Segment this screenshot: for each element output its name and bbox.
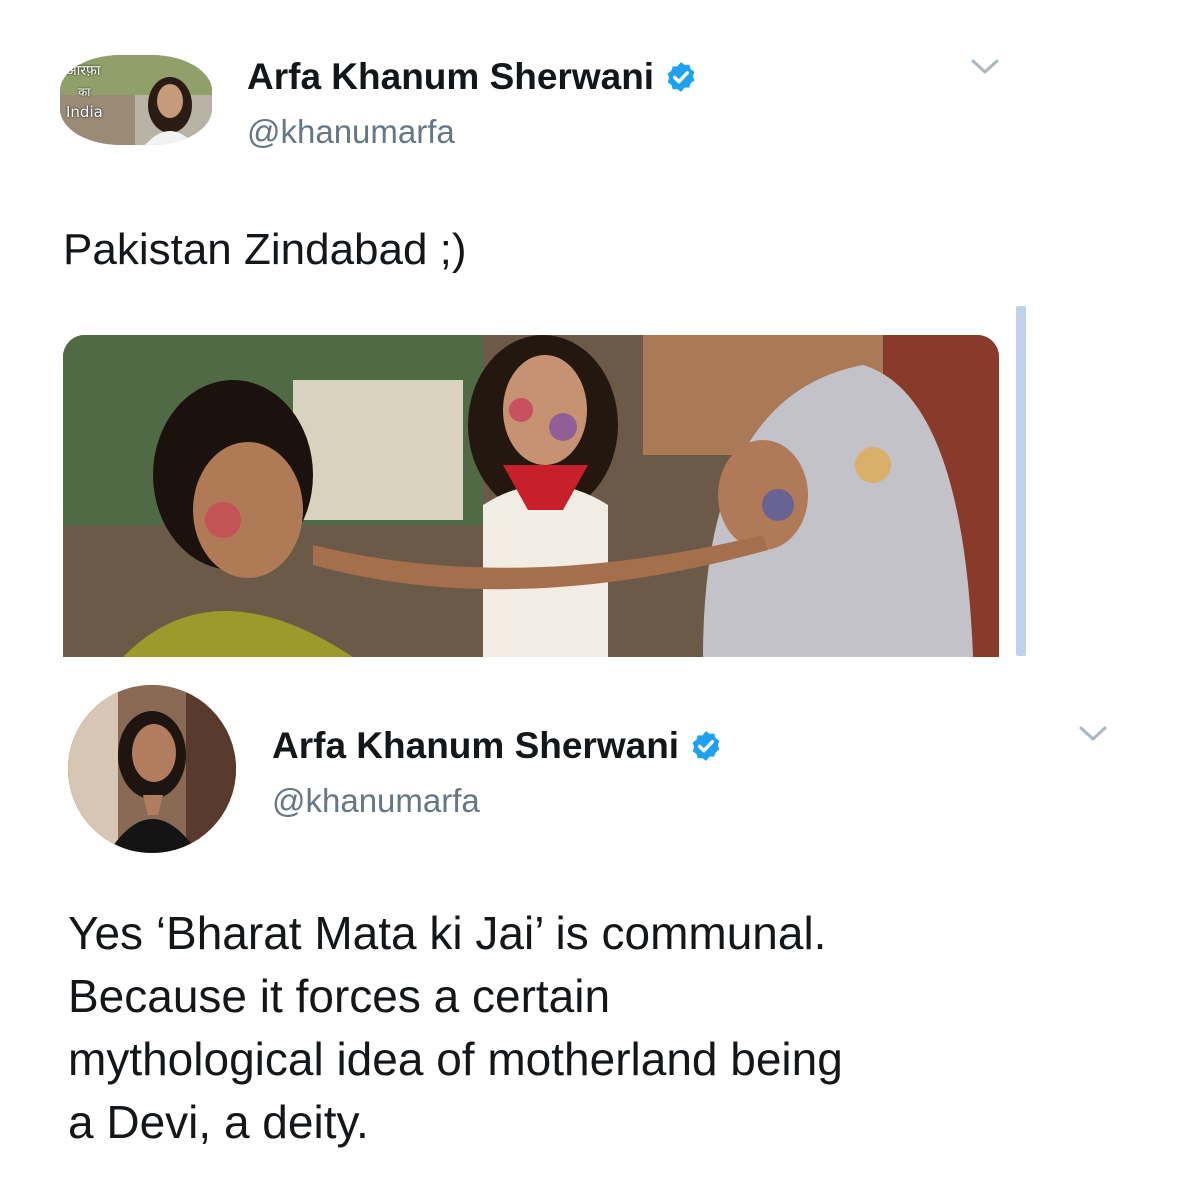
tweet-card-2[interactable]: Arfa Khanum Sherwani @khanumarfa Yes ‘Bh…: [0, 665, 1191, 1200]
avatar[interactable]: आरफ़ा का India: [60, 55, 212, 145]
tweet-media-photo[interactable]: [63, 335, 999, 657]
tweet-text-line: a Devi, a deity.: [68, 1096, 369, 1148]
photo-image: [63, 335, 999, 657]
author-handle[interactable]: @khanumarfa: [247, 113, 455, 151]
verified-badge-icon: [667, 62, 695, 92]
avatar-text-line3: India: [66, 103, 103, 121]
chevron-down-icon[interactable]: [970, 58, 1000, 76]
tweet-text-line: Yes ‘Bharat Mata ki Jai’ is communal.: [68, 907, 827, 959]
avatar-image: [68, 685, 236, 853]
tweet-text: Pakistan Zindabad ;): [63, 225, 467, 274]
author-handle[interactable]: @khanumarfa: [272, 782, 480, 820]
chevron-down-icon[interactable]: [1078, 725, 1108, 743]
avatar[interactable]: [68, 685, 236, 853]
author-name[interactable]: Arfa Khanum Sherwani: [272, 725, 723, 767]
scrollbar[interactable]: [1016, 306, 1026, 656]
author-name-text[interactable]: Arfa Khanum Sherwani: [272, 725, 679, 767]
avatar-text-line1: आरफ़ा: [66, 63, 101, 79]
tweet-text-line: mythological idea of motherland being: [68, 1033, 843, 1085]
tweet-text: Yes ‘Bharat Mata ki Jai’ is communal. Be…: [68, 902, 843, 1154]
avatar-text-line2: का: [78, 85, 91, 99]
author-name-text[interactable]: Arfa Khanum Sherwani: [247, 56, 654, 98]
tweet-card-1[interactable]: आरफ़ा का India Arfa Khanum Sherwani @kha…: [0, 0, 1040, 665]
author-name[interactable]: Arfa Khanum Sherwani: [247, 56, 698, 98]
tweet-text-line: Because it forces a certain: [68, 970, 611, 1022]
verified-badge-icon: [692, 731, 720, 761]
